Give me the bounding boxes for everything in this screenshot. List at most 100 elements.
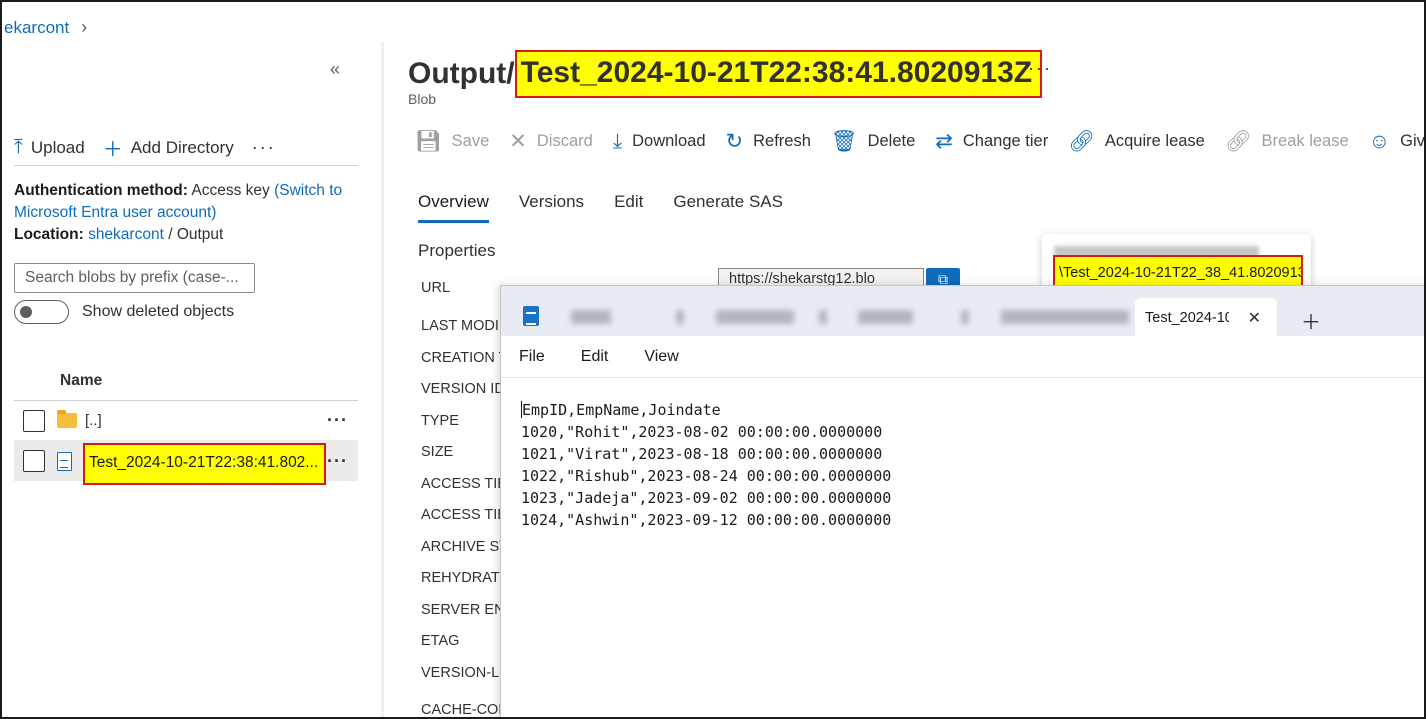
more-icon[interactable]: ··· [252,137,276,158]
auth-method-label: Authentication method: [14,182,188,199]
blob-toolbar: 💾︎ Save ✕ Discard ⤓ Download ↻ Refresh 🗑… [415,129,1424,154]
row-name: [..] [57,410,102,429]
page-title: Output/ Test_2024-10-21T22:38:41.8020913… [408,50,1043,98]
collapse-icon[interactable]: « [330,59,340,80]
location-label: Location: [14,226,84,243]
menu-edit[interactable]: Edit [581,348,609,366]
feedback-icon: ☺ [1368,129,1391,153]
property-label: URL [421,280,451,296]
property-label: ETAG [421,633,460,649]
broken-link-icon: 🔗︎ [1224,129,1252,153]
app-window: ekarcont › « ⤒ Upload ＋ Add Directory ··… [0,0,1426,719]
breadcrumb: ekarcont › [4,17,87,38]
menu-file[interactable]: File [519,348,545,366]
row-name-label[interactable]: [..] [85,412,102,429]
more-icon[interactable]: ··· [1028,58,1052,79]
blurred-tab-close [961,310,969,324]
text-line: 1020,"Rohit",2023-08-02 00:00:00.0000000 [521,423,883,441]
upload-icon: ⤒ [14,136,23,158]
blurred-tab[interactable] [716,310,794,324]
tab-generate-sas[interactable]: Generate SAS [673,192,783,223]
file-icon [57,451,72,471]
acquire-lease-button[interactable]: 🔗︎ Acquire lease [1068,130,1205,154]
refresh-label: Refresh [753,132,811,150]
refresh-button[interactable]: ↻ Refresh [726,129,811,154]
row-checkbox[interactable] [23,450,45,472]
breadcrumb-item[interactable]: ekarcont [4,18,69,38]
refresh-icon: ↻ [725,130,744,153]
change-tier-label: Change tier [962,132,1049,150]
plus-icon: ＋ [102,139,123,161]
highlighted-file-name[interactable]: Test_2024-10-21T22:38:41.802... [83,443,326,485]
row-more-icon[interactable]: ··· [327,410,348,431]
delete-button[interactable]: 🗑︎ Delete [831,130,915,154]
location-separator: / [168,226,173,243]
location-folder: Output [176,226,224,243]
download-icon: ⤓ [612,129,623,153]
notepad-text-area[interactable]: EmpID,EmpName,Joindate 1020,"Rohit",2023… [521,399,891,531]
property-label: ARCHIVE STATUS [421,539,501,555]
blurred-tab[interactable] [1001,310,1129,324]
title-blob-name: Test_2024-10-21T22:38:41.8020913Z [514,50,1043,98]
download-label: Download [632,132,706,150]
property-label: SIZE [421,444,454,460]
notepad-window: Test_2024-10-21T22_38_41.8020913Z ✕ ＋ Fi… [500,285,1424,717]
delete-label: Delete [867,132,916,150]
add-directory-button[interactable]: ＋ Add Directory [103,133,234,162]
give-feedback-button[interactable]: ☺ Give feed [1368,129,1424,154]
new-tab-icon[interactable]: ＋ [1301,306,1321,335]
property-label: SERVER ENCRYPTED [421,602,501,618]
tab-overview[interactable]: Overview [418,192,489,223]
close-icon[interactable]: ✕ [1248,308,1261,328]
page-subtitle: Blob [408,91,437,107]
blurred-tab-close [676,310,684,324]
property-label: CACHE-CONTROL [421,702,501,718]
blob-tabs: Overview Versions Edit Generate SAS [418,192,783,223]
break-lease-button[interactable]: 🔗︎ Break lease [1225,130,1349,154]
blurred-tab[interactable] [858,310,913,324]
property-label: ACCESS TIER [421,476,501,492]
blurred-tab[interactable] [571,310,611,324]
change-tier-button[interactable]: ⇄ Change tier [935,129,1048,154]
text-line: EmpID,EmpName,Joindate [522,401,721,419]
blurred-tab-close [819,310,827,324]
title-prefix: Output/ [408,57,515,90]
break-lease-label: Break lease [1261,132,1349,150]
tab-versions[interactable]: Versions [519,192,584,223]
upload-label: Upload [30,137,85,157]
active-tab-title: Test_2024-10-21T22_38_41.8020913Z [1145,309,1229,326]
auth-method-value: Access key [191,182,270,199]
acquire-lease-label: Acquire lease [1104,132,1205,150]
location-container-link[interactable]: shekarcont [88,226,164,243]
auth-info: Authentication method: Access key (Switc… [14,180,364,246]
discard-button[interactable]: ✕ Discard [509,129,593,154]
text-line: 1021,"Virat",2023-08-18 00:00:00.0000000 [521,445,883,463]
show-deleted-toggle[interactable] [14,300,69,324]
property-label: CREATION TIME [421,350,501,366]
swap-icon: ⇄ [935,130,953,153]
discard-label: Discard [536,132,593,150]
column-header-name[interactable]: Name [14,364,358,401]
row-checkbox[interactable] [23,409,45,432]
row-name [57,451,72,471]
property-label: VERSION ID [421,381,501,397]
link-icon: 🔗︎ [1068,129,1095,153]
property-label: LAST MODIFIED [421,318,501,334]
tab-edit[interactable]: Edit [614,192,643,223]
notepad-tab-bar: Test_2024-10-21T22_38_41.8020913Z ✕ ＋ [501,286,1424,337]
row-more-icon[interactable]: ··· [327,451,348,472]
properties-title: Properties [418,241,496,260]
toggle-label: Show deleted objects [82,303,235,320]
toggle-knob [20,306,32,318]
save-button[interactable]: 💾︎ Save [415,130,489,154]
search-input[interactable]: Search blobs by prefix (case-... [14,263,255,293]
menu-view[interactable]: View [644,348,678,366]
download-button[interactable]: ⤓ Download [613,130,706,154]
notepad-menu-bar: File Edit View [501,336,1424,378]
property-label: TYPE [421,413,459,429]
list-item[interactable]: [..] ··· [14,401,358,441]
folder-icon [57,410,77,428]
notepad-active-tab[interactable]: Test_2024-10-21T22_38_41.8020913Z ✕ [1135,298,1277,337]
show-deleted-toggle-row: Show deleted objects [14,300,234,324]
upload-button[interactable]: ⤒ Upload [14,136,85,159]
